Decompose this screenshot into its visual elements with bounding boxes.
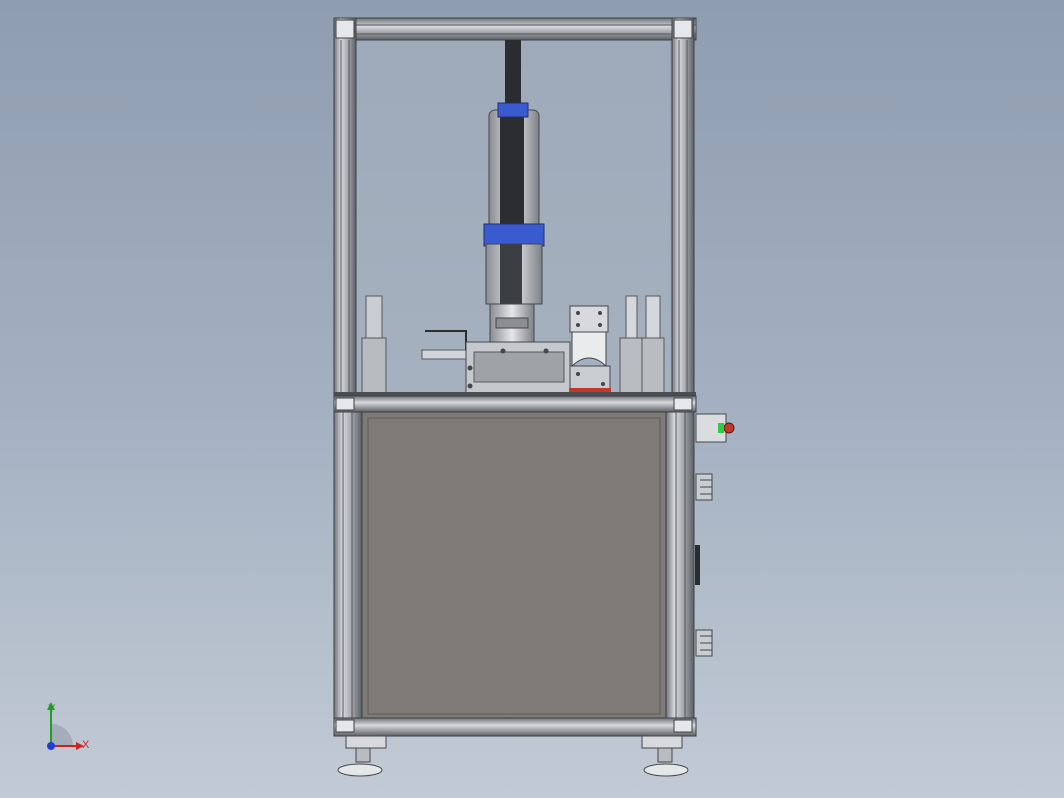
center-fixture [465, 341, 571, 395]
foot-left [337, 735, 387, 777]
clamp-fixture [569, 305, 611, 393]
cabinet-panel [361, 411, 667, 719]
foot-right [641, 735, 689, 777]
left-lower-post [333, 411, 363, 723]
left-upper-post [333, 17, 357, 397]
side-connector-lower [695, 629, 713, 657]
middle-beam [333, 395, 697, 413]
y-axis-label: Y [48, 703, 56, 715]
z-axis-dot [47, 742, 55, 750]
cad-viewport[interactable]: Y X [0, 0, 1064, 798]
robot-accent-top [497, 102, 529, 118]
side-latch [695, 545, 700, 585]
right-upper-post [671, 17, 695, 397]
bottom-beam [333, 717, 697, 737]
lower-cabinet [333, 397, 697, 737]
robot-cable [505, 40, 521, 110]
top-beam [333, 17, 697, 41]
robot-accent-mid [483, 223, 545, 247]
x-axis-label: X [82, 739, 90, 751]
axis-triad: Y X [47, 702, 90, 751]
fixture-left [361, 295, 387, 395]
control-button[interactable] [695, 413, 735, 443]
right-lower-post [665, 411, 695, 723]
side-connector-upper [695, 473, 713, 501]
